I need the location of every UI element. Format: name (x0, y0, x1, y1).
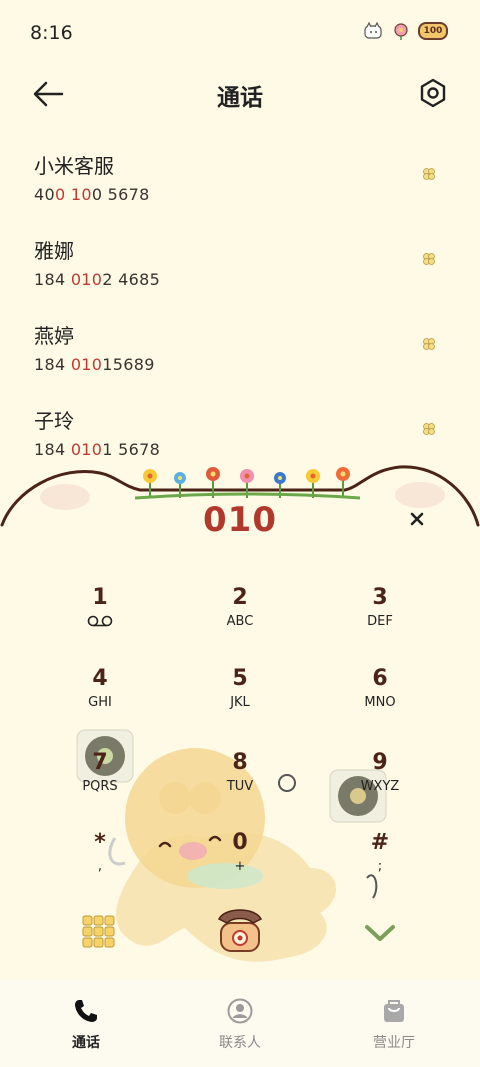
contact-number: 400 100 5678 (34, 185, 150, 204)
flower-sticker-icon (394, 23, 408, 40)
contact-name: 燕婷 (34, 324, 74, 348)
cat-sticker-icon (364, 22, 382, 39)
voicemail-icon (87, 615, 113, 627)
key-8[interactable]: 8 TUV (180, 750, 300, 820)
key-9[interactable]: 9 WXYZ (320, 750, 440, 820)
nav-tab-contacts[interactable]: 联系人 (180, 998, 300, 1052)
contact-name: 子玲 (34, 409, 74, 433)
flower-decoration (135, 467, 360, 500)
key-hash[interactable]: # ; (320, 830, 440, 900)
clover-icon[interactable] (422, 252, 436, 266)
key-0[interactable]: 0 + (180, 830, 300, 900)
contact-name: 雅娜 (34, 239, 74, 263)
key-3[interactable]: 3 DEF (320, 585, 440, 655)
contact-item[interactable]: 小米客服 400 100 5678 (0, 142, 480, 227)
nav-tab-calls[interactable]: 通话 (26, 998, 146, 1052)
dialed-number: 010 (203, 500, 277, 540)
clear-icon[interactable] (410, 512, 424, 526)
person-icon (227, 998, 253, 1024)
key-star[interactable]: * , (40, 830, 160, 900)
contact-number: 184 0102 4685 (34, 270, 161, 289)
key-5[interactable]: 5 JKL (180, 666, 300, 736)
phone-icon (75, 1000, 97, 1022)
key-1[interactable]: 1 (40, 585, 160, 655)
battery-indicator: 100 (418, 22, 448, 40)
status-time: 8:16 (30, 22, 73, 44)
key-2[interactable]: 2 ABC (180, 585, 300, 655)
contact-item[interactable]: 燕婷 184 01015689 (0, 312, 480, 397)
key-7[interactable]: 7 PQRS (40, 750, 160, 820)
key-6[interactable]: 6 MNO (320, 666, 440, 736)
settings-hexagon-icon[interactable] (418, 78, 448, 108)
contact-item[interactable]: 雅娜 184 0102 4685 (0, 227, 480, 312)
nav-label: 联系人 (219, 1035, 261, 1051)
bottom-navigation: 通话 联系人 营业厅 (0, 980, 480, 1067)
nav-tab-store[interactable]: 营业厅 (334, 998, 454, 1052)
clover-icon[interactable] (422, 337, 436, 351)
status-icons: 100 (362, 22, 448, 40)
key-4[interactable]: 4 GHI (40, 666, 160, 736)
contact-list: 小米客服 400 100 5678 雅娜 184 0102 4685 燕婷 18… (0, 142, 480, 482)
nav-label: 通话 (72, 1035, 100, 1051)
collapse-chevron-icon[interactable] (364, 922, 396, 944)
call-button-telephone-icon[interactable] (215, 905, 265, 953)
contact-number: 184 01015689 (34, 355, 155, 374)
nav-label: 营业厅 (373, 1035, 415, 1051)
clover-icon[interactable] (422, 422, 436, 436)
clover-icon[interactable] (422, 167, 436, 181)
shopping-bag-icon (384, 1000, 404, 1022)
contact-name: 小米客服 (34, 154, 114, 178)
keypad-grid-icon[interactable] (82, 915, 116, 949)
page-title: 通话 (217, 85, 263, 111)
